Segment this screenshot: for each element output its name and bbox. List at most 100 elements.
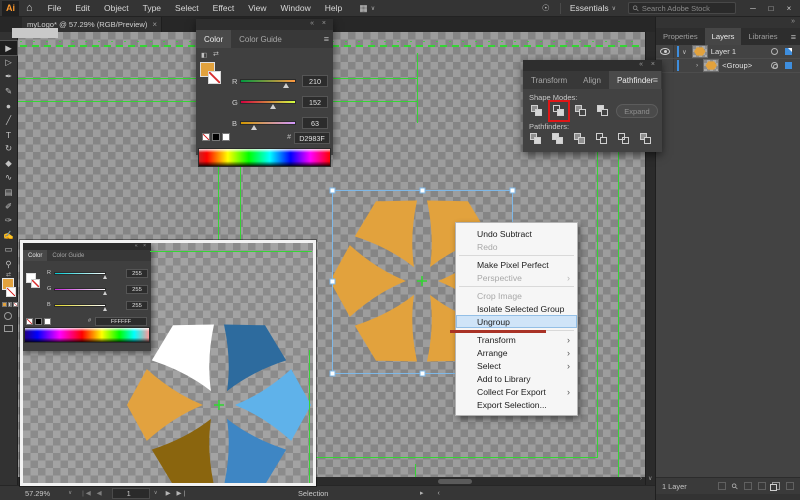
- color-button[interactable]: [2, 302, 7, 307]
- paintbrush-tool-icon[interactable]: ✑: [0, 214, 17, 228]
- tab-color-guide[interactable]: Color Guide: [231, 30, 290, 48]
- layer-thumbnail[interactable]: [693, 46, 707, 57]
- direct-selection-tool-icon[interactable]: ▷: [0, 55, 17, 69]
- home-icon[interactable]: ⌂: [26, 1, 33, 16]
- panel-menu-icon[interactable]: ≡: [653, 75, 658, 85]
- app-logo[interactable]: Ai: [2, 1, 19, 16]
- color-spectrum-bar[interactable]: [198, 148, 331, 167]
- first-prev-artboard-icons[interactable]: |◀ ◀: [82, 489, 104, 497]
- hexagon-segment[interactable]: [330, 245, 406, 317]
- hexagon-segment[interactable]: [235, 369, 311, 441]
- shaper-tool-icon[interactable]: ✍: [0, 228, 17, 242]
- search-input[interactable]: [642, 4, 728, 13]
- outline-button[interactable]: [616, 131, 632, 147]
- scrollbar-thumb[interactable]: [438, 479, 472, 484]
- locate-object-icon[interactable]: ⚲: [730, 481, 741, 492]
- panel-collapse-close-icons[interactable]: « ×: [310, 20, 329, 27]
- new-sublayer-icon[interactable]: [758, 482, 766, 490]
- zoom-tool-icon[interactable]: ⚲: [0, 257, 17, 271]
- selection-handle[interactable]: [420, 188, 425, 193]
- menu-item-export-selection[interactable]: Export Selection...: [456, 398, 577, 411]
- chevron-down-icon[interactable]: ∨: [371, 5, 375, 12]
- group-name[interactable]: <Group>: [722, 61, 752, 70]
- none-button[interactable]: [13, 302, 18, 307]
- menu-help[interactable]: Help: [318, 0, 349, 17]
- target-circle-icon[interactable]: [771, 48, 778, 55]
- menu-item-arrange[interactable]: Arrange›: [456, 346, 577, 359]
- tab-transform[interactable]: Transform: [523, 71, 575, 89]
- eyedropper-tool-icon[interactable]: ✐: [0, 199, 17, 213]
- minimize-button[interactable]: ─: [744, 1, 762, 15]
- draw-mode-icon[interactable]: [4, 312, 12, 320]
- selection-handle[interactable]: [330, 371, 335, 376]
- merge-button[interactable]: [572, 131, 588, 147]
- white-swatch[interactable]: [222, 133, 230, 141]
- expand-chevron-icon[interactable]: ∨: [682, 48, 687, 56]
- menu-item-transform[interactable]: Transform›: [456, 333, 577, 346]
- expand-chevron-icon[interactable]: ›: [696, 62, 698, 69]
- tab-align[interactable]: Align: [575, 71, 609, 89]
- slider-thumb[interactable]: [283, 83, 289, 88]
- dock-header[interactable]: »: [656, 17, 800, 28]
- make-mask-icon[interactable]: [744, 482, 752, 490]
- panel-collapse-close-icons[interactable]: « ×: [639, 61, 658, 68]
- crop-button[interactable]: [594, 131, 610, 147]
- trim-button[interactable]: [550, 131, 566, 147]
- menu-effect[interactable]: Effect: [206, 0, 242, 17]
- adobe-stock-search[interactable]: ⚲: [628, 2, 736, 14]
- intersect-button[interactable]: [573, 103, 589, 119]
- selection-handle[interactable]: [420, 371, 425, 376]
- hex-value-field[interactable]: D2983F: [294, 132, 330, 144]
- zoom-chevron-icon[interactable]: ∨: [68, 490, 72, 496]
- curvature-tool-icon[interactable]: ✎: [0, 84, 17, 98]
- menu-item-undo-subtract[interactable]: Undo Subtract: [456, 227, 577, 240]
- selection-handle[interactable]: [330, 188, 335, 193]
- selection-indicator[interactable]: [785, 62, 792, 69]
- arrange-documents-icon[interactable]: ▦: [359, 3, 368, 14]
- green-value-field[interactable]: 152: [302, 96, 328, 108]
- selection-handle[interactable]: [330, 279, 335, 284]
- menu-select[interactable]: Select: [168, 0, 206, 17]
- pen-tool-icon[interactable]: ✒: [0, 70, 17, 84]
- panel-menu-icon[interactable]: ≡: [324, 34, 329, 44]
- default-colors-icon[interactable]: ◧: [201, 51, 207, 59]
- menu-window[interactable]: Window: [274, 0, 318, 17]
- zoom-level[interactable]: 57.29%: [25, 489, 50, 498]
- workspace-switcher[interactable]: Essentials: [570, 3, 609, 13]
- menu-object[interactable]: Object: [97, 0, 136, 17]
- artboard-tool-icon[interactable]: ▭: [0, 242, 17, 256]
- selection-indicator[interactable]: [785, 48, 792, 55]
- layer-row[interactable]: ∨ Layer 1: [656, 45, 800, 59]
- maximize-button[interactable]: □: [762, 1, 780, 15]
- gradient-button[interactable]: [8, 302, 13, 307]
- menu-item-select[interactable]: Select›: [456, 359, 577, 372]
- expand-button[interactable]: Expand: [616, 104, 658, 118]
- collect-for-export-icon[interactable]: [718, 482, 726, 490]
- close-tab-icon[interactable]: ×: [152, 20, 157, 29]
- tab-layers[interactable]: Layers: [705, 28, 742, 45]
- gpu-performance-icon[interactable]: ☉: [542, 3, 550, 14]
- visibility-eye-icon[interactable]: [660, 48, 670, 55]
- unite-button[interactable]: [529, 103, 545, 119]
- layer-row[interactable]: › <Group>: [656, 59, 800, 73]
- screen-mode-icon[interactable]: [4, 325, 13, 332]
- menu-item-add-to-library[interactable]: Add to Library: [456, 372, 577, 385]
- red-value-field[interactable]: 210: [302, 75, 328, 87]
- type-tool-icon[interactable]: T: [0, 127, 17, 141]
- menu-item-collect-for-export[interactable]: Collect For Export›: [456, 385, 577, 398]
- width-tool-icon[interactable]: ∿: [0, 171, 17, 185]
- menu-item-isolate-selected-group[interactable]: Isolate Selected Group: [456, 302, 577, 315]
- delete-icon[interactable]: [786, 482, 794, 490]
- scroll-down-icon[interactable]: ∨: [648, 475, 652, 482]
- blue-slider[interactable]: [240, 121, 296, 125]
- menu-edit[interactable]: Edit: [68, 0, 97, 17]
- tab-color[interactable]: Color: [196, 30, 231, 48]
- slider-thumb[interactable]: [251, 125, 257, 130]
- menu-file[interactable]: File: [41, 0, 69, 17]
- rotate-tool-icon[interactable]: ↻: [0, 142, 17, 156]
- line-segment-tool-icon[interactable]: ╱: [0, 113, 17, 127]
- selection-handle[interactable]: [510, 188, 515, 193]
- color-panel-header[interactable]: « ×: [196, 19, 333, 30]
- scroll-right-icon[interactable]: ›: [640, 476, 642, 482]
- hexagon-segment[interactable]: [127, 369, 203, 441]
